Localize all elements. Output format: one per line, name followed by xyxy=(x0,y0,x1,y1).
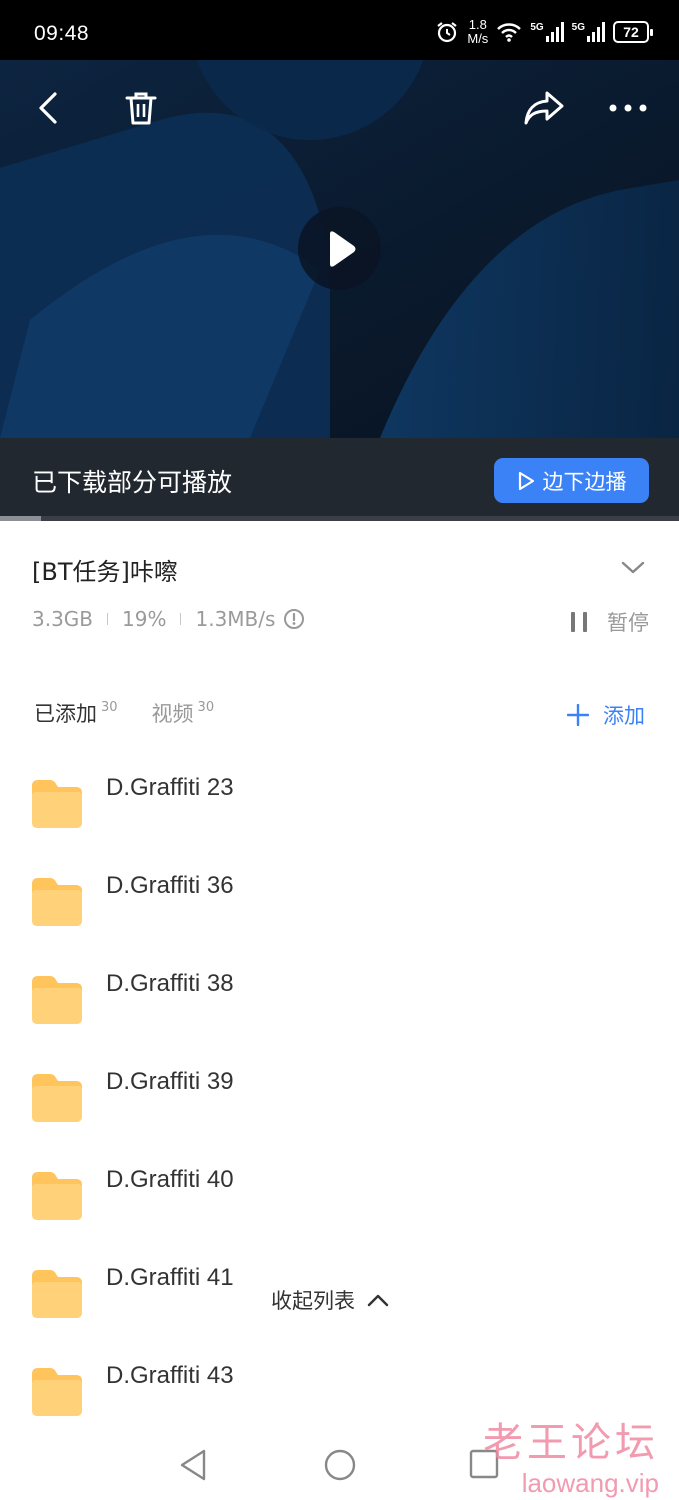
video-preview[interactable] xyxy=(0,60,679,438)
file-list: D.Graffiti 23 D.Graffiti 36 D.Graffiti 38 D… xyxy=(0,758,679,1444)
playback-status-bar: 已下载部分可播放 边下边播 xyxy=(0,438,679,516)
collapse-list-button[interactable]: 收起列表 xyxy=(271,1285,389,1315)
signal-bars-icon xyxy=(545,22,564,42)
pause-icon xyxy=(571,612,587,632)
play-icon xyxy=(329,230,355,267)
more-button[interactable] xyxy=(602,82,654,134)
tab-bar: 已添加 30 视频 30 xyxy=(34,698,214,728)
task-size: 3.3GB xyxy=(32,607,94,631)
watermark: 老王论坛 laowang.vip xyxy=(483,1420,659,1498)
download-progress-bar xyxy=(0,516,679,521)
file-name: D.Graffiti 36 xyxy=(106,872,234,899)
file-list-item[interactable]: D.Graffiti 39 xyxy=(0,1052,679,1150)
signal-bars-icon xyxy=(587,22,605,42)
folder-icon xyxy=(32,1368,82,1416)
share-icon xyxy=(524,91,564,125)
file-name: D.Graffiti 38 xyxy=(106,970,234,997)
play-button[interactable] xyxy=(298,207,381,290)
file-list-item[interactable]: D.Graffiti 36 xyxy=(0,856,679,954)
more-dots-icon xyxy=(609,104,647,112)
share-button[interactable] xyxy=(518,82,570,134)
task-speed: 1.3MB/s xyxy=(195,607,276,631)
wifi-icon xyxy=(497,23,522,42)
task-percent: 19% xyxy=(122,607,167,631)
chevron-up-icon xyxy=(367,1294,389,1307)
triangle-back-icon xyxy=(180,1449,206,1481)
nav-back-button[interactable] xyxy=(178,1448,208,1486)
file-name: D.Graffiti 40 xyxy=(106,1166,234,1193)
file-name: D.Graffiti 43 xyxy=(106,1362,234,1389)
delete-button[interactable] xyxy=(115,82,167,134)
signal-5g-2: 5G xyxy=(572,22,605,42)
alarm-icon xyxy=(437,22,458,43)
file-name: D.Graffiti 39 xyxy=(106,1068,234,1095)
nav-home-button[interactable] xyxy=(323,1448,357,1486)
folder-icon xyxy=(32,976,82,1024)
chevron-left-icon xyxy=(39,92,57,124)
file-name: D.Graffiti 23 xyxy=(106,774,234,801)
file-list-item[interactable]: D.Graffiti 38 xyxy=(0,954,679,1052)
file-list-item[interactable]: D.Graffiti 40 xyxy=(0,1150,679,1248)
tab-count: 30 xyxy=(197,700,215,715)
status-bar: 09:48 1.8 M/s 5G 5G 72 xyxy=(0,0,679,60)
pause-button[interactable]: 暂停 xyxy=(569,607,649,637)
back-button[interactable] xyxy=(22,82,74,134)
folder-icon xyxy=(32,1270,82,1318)
progress-fill xyxy=(0,516,41,521)
circle-home-icon xyxy=(324,1449,356,1481)
file-list-item[interactable]: D.Graffiti 23 xyxy=(0,758,679,856)
file-name: D.Graffiti 41 xyxy=(106,1264,234,1291)
divider xyxy=(107,613,109,625)
play-outline-icon xyxy=(518,471,534,490)
battery-icon: 72 xyxy=(613,21,653,43)
tab-count: 30 xyxy=(101,700,118,715)
add-button[interactable]: 添加 xyxy=(567,700,645,730)
folder-icon xyxy=(32,1172,82,1220)
folder-icon xyxy=(32,878,82,926)
trash-icon xyxy=(125,92,157,125)
info-icon[interactable] xyxy=(283,608,305,630)
play-while-download-button[interactable]: 边下边播 xyxy=(494,458,649,503)
plus-icon xyxy=(567,704,589,726)
tab-videos[interactable]: 视频 30 xyxy=(152,698,215,728)
clock: 09:48 xyxy=(34,22,90,45)
divider xyxy=(180,613,182,625)
expand-button[interactable] xyxy=(621,560,645,579)
status-icons: 1.8 M/s 5G 5G 72 xyxy=(435,17,653,46)
task-stats: 3.3GB 19% 1.3MB/s xyxy=(32,607,305,631)
playable-status-text: 已下载部分可播放 xyxy=(32,468,233,497)
folder-icon xyxy=(32,1074,82,1122)
chevron-down-icon xyxy=(621,561,645,574)
folder-icon xyxy=(32,780,82,828)
tab-added[interactable]: 已添加 30 xyxy=(34,698,118,728)
task-title: [BT任务]咔嚓 xyxy=(32,558,178,586)
network-speed: 1.8 M/s xyxy=(467,17,489,46)
signal-5g-1: 5G xyxy=(530,22,564,42)
